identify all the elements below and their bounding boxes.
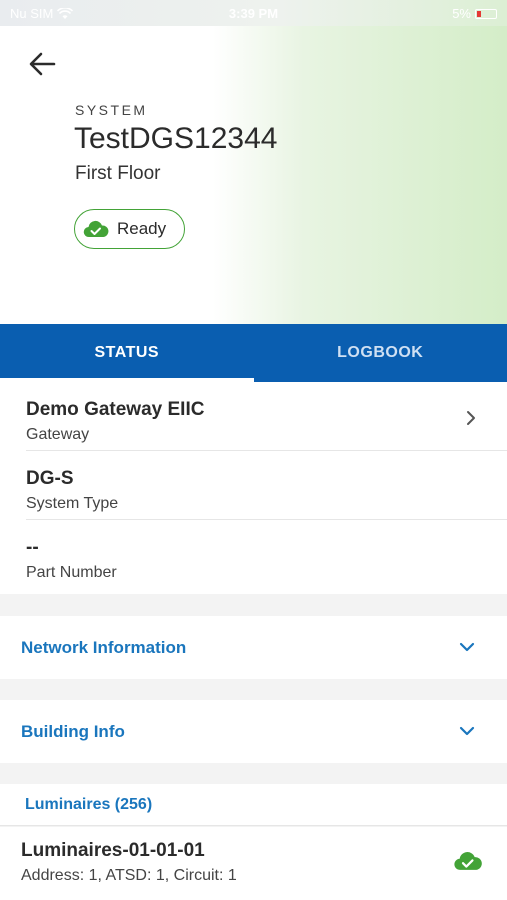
clock: 3:39 PM	[228, 6, 279, 21]
luminaire-list-item[interactable]: Luminaires-01-01-01 Address: 1, ATSD: 1,…	[0, 827, 507, 900]
luminaires-header: Luminaires (256)	[0, 784, 507, 826]
part-number-row: -- Part Number	[26, 520, 507, 589]
battery-percent: 5%	[452, 6, 471, 21]
network-information-section[interactable]: Network Information	[0, 616, 507, 679]
system-info-card: Demo Gateway EIIC Gateway DG-S System Ty…	[0, 382, 507, 594]
cloud-check-icon	[454, 852, 482, 870]
gateway-row[interactable]: Demo Gateway EIIC Gateway	[26, 382, 507, 451]
battery-indicator: 5%	[452, 6, 497, 21]
system-header: SYSTEM TestDGS12344 First Floor Ready	[0, 26, 507, 324]
luminaire-name: Luminaires-01-01-01	[21, 840, 205, 861]
building-info-title: Building Info	[21, 721, 125, 741]
system-name: TestDGS12344	[74, 122, 278, 155]
back-arrow-icon[interactable]	[26, 48, 58, 80]
battery-icon	[475, 8, 497, 19]
status-badge: Ready	[74, 209, 185, 249]
luminaire-address: Address: 1, ATSD: 1, Circuit: 1	[21, 867, 237, 884]
network-information-title: Network Information	[21, 637, 187, 657]
chevron-down-icon	[459, 726, 475, 736]
chevron-right-icon	[467, 411, 475, 425]
cloud-check-icon	[83, 220, 109, 238]
system-type-label: System Type	[26, 495, 119, 512]
tab-bar: STATUS LOGBOOK	[0, 324, 507, 382]
tab-logbook[interactable]: LOGBOOK	[254, 324, 507, 382]
gateway-label: Gateway	[26, 426, 90, 443]
part-number-value: --	[26, 537, 39, 558]
status-bar: Nu SIM 3:39 PM 5%	[0, 0, 507, 26]
system-type-row: DG-S System Type	[26, 451, 507, 520]
system-floor: First Floor	[75, 163, 161, 184]
system-label: SYSTEM	[75, 102, 148, 118]
status-badge-label: Ready	[117, 219, 167, 238]
system-type-value: DG-S	[26, 468, 74, 489]
part-number-label: Part Number	[26, 564, 117, 581]
tab-status[interactable]: STATUS	[0, 324, 254, 382]
building-info-section[interactable]: Building Info	[0, 700, 507, 763]
gateway-value: Demo Gateway EIIC	[26, 399, 205, 420]
chevron-down-icon	[459, 642, 475, 652]
